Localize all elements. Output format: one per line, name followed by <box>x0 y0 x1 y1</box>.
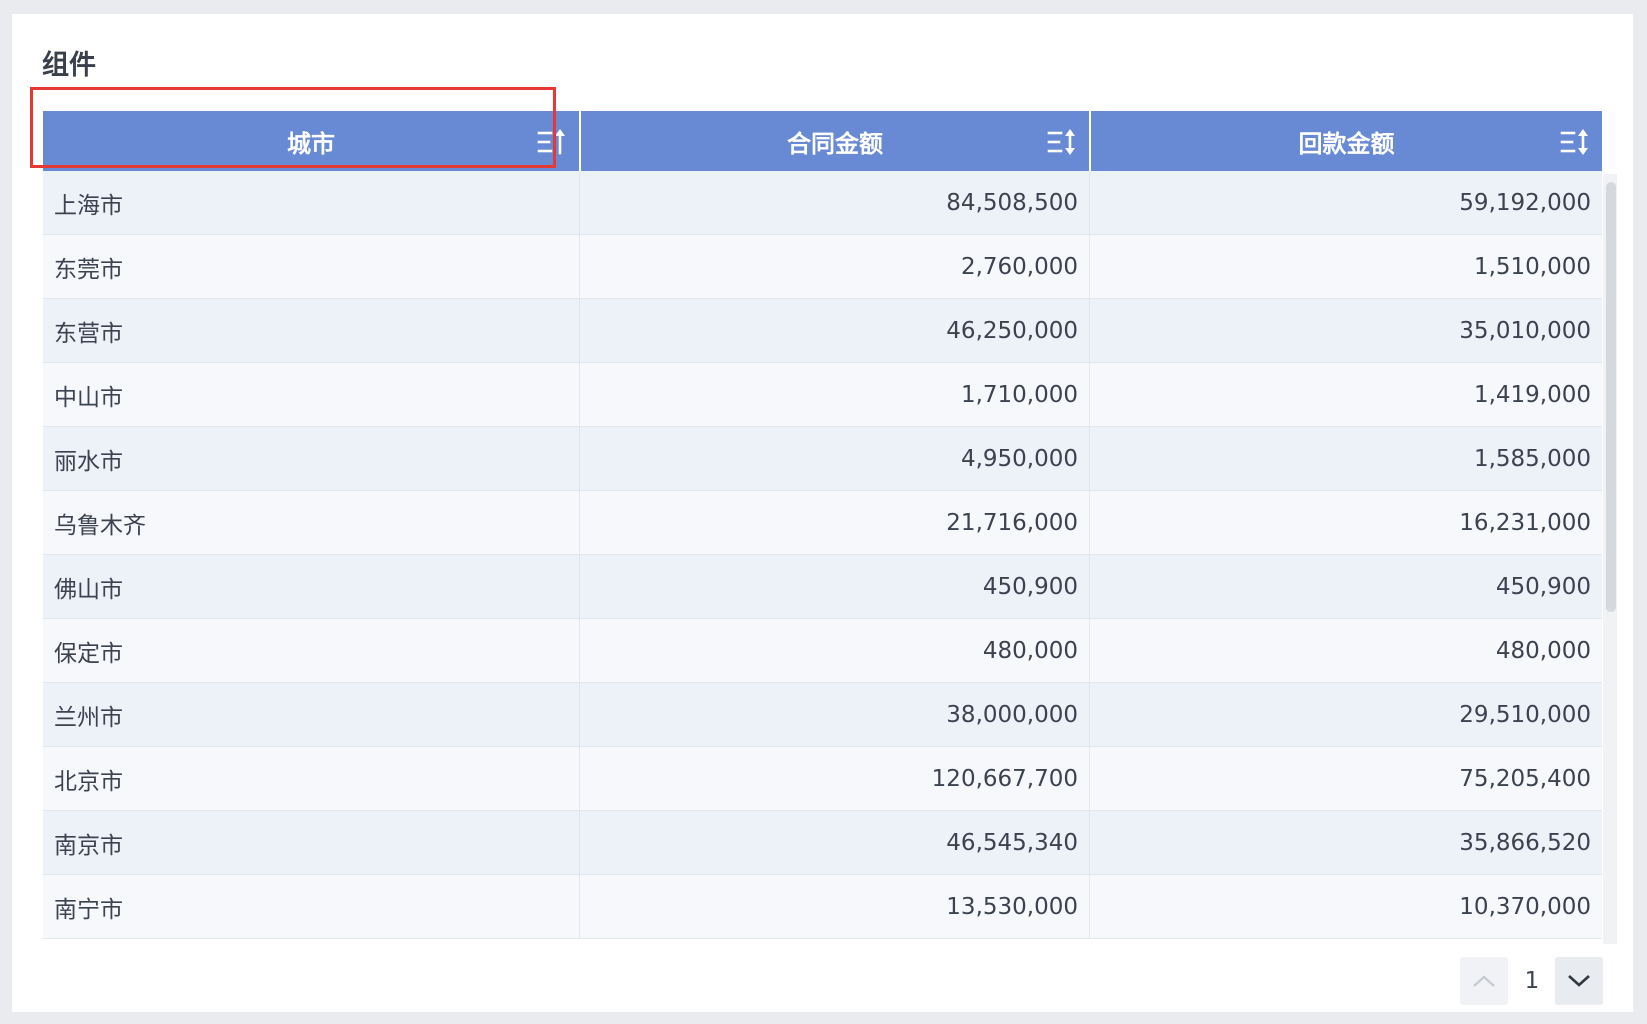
table-row[interactable]: 南京市 46,545,340 35,866,520 <box>43 811 1602 875</box>
table-row[interactable]: 东莞市 2,760,000 1,510,000 <box>43 235 1602 299</box>
column-header-contract-amount[interactable]: 合同金额 <box>579 111 1089 171</box>
cell-payment-amount: 35,866,520 <box>1089 811 1602 874</box>
cell-contract-amount: 120,667,700 <box>579 747 1089 810</box>
cell-city: 中山市 <box>54 384 123 411</box>
cell-payment-amount: 450,900 <box>1089 555 1602 618</box>
cell-payment-amount: 59,192,000 <box>1089 171 1602 234</box>
cell-payment-amount: 1,585,000 <box>1089 427 1602 490</box>
pager-prev-button[interactable] <box>1460 957 1508 1005</box>
cell-contract-amount: 46,545,340 <box>579 811 1089 874</box>
table-row[interactable]: 上海市 84,508,500 59,192,000 <box>43 171 1602 235</box>
cell-contract-amount: 46,250,000 <box>579 299 1089 362</box>
data-table: 城市 合同金额 回款金额 上海市 84,508,500 59,192,000 东… <box>43 96 1617 944</box>
cell-contract-amount: 21,716,000 <box>579 491 1089 554</box>
cell-contract-amount: 480,000 <box>579 619 1089 682</box>
cell-contract-amount: 38,000,000 <box>579 683 1089 746</box>
table-header: 城市 合同金额 回款金额 <box>43 111 1602 171</box>
chevron-up-icon <box>1473 975 1495 987</box>
column-header-label: 回款金额 <box>1298 129 1395 158</box>
table-row[interactable]: 南宁市 13,530,000 10,370,000 <box>43 875 1602 939</box>
table-row[interactable]: 中山市 1,710,000 1,419,000 <box>43 363 1602 427</box>
cell-payment-amount: 1,510,000 <box>1089 235 1602 298</box>
component-panel: 组件 城市 合同金额 回款金额 上海市 84,508,500 59,192,00… <box>12 14 1633 1012</box>
table-row[interactable]: 佛山市 450,900 450,900 <box>43 555 1602 619</box>
cell-payment-amount: 16,231,000 <box>1089 491 1602 554</box>
cell-contract-amount: 2,760,000 <box>579 235 1089 298</box>
table-row[interactable]: 北京市 120,667,700 75,205,400 <box>43 747 1602 811</box>
cell-payment-amount: 10,370,000 <box>1089 875 1602 938</box>
cell-city: 东莞市 <box>54 256 123 283</box>
table-row[interactable]: 乌鲁木齐 21,716,000 16,231,000 <box>43 491 1602 555</box>
cell-city: 乌鲁木齐 <box>54 512 146 539</box>
panel-title: 组件 <box>42 50 96 81</box>
cell-payment-amount: 29,510,000 <box>1089 683 1602 746</box>
cell-city: 佛山市 <box>54 576 123 603</box>
sort-both-icon[interactable] <box>1047 128 1077 156</box>
cell-contract-amount: 4,950,000 <box>579 427 1089 490</box>
cell-city: 丽水市 <box>54 448 123 475</box>
pager-current-page: 1 <box>1524 968 1540 994</box>
cell-payment-amount: 1,419,000 <box>1089 363 1602 426</box>
cell-city: 保定市 <box>54 640 123 667</box>
cell-city: 兰州市 <box>54 704 123 731</box>
cell-contract-amount: 1,710,000 <box>579 363 1089 426</box>
cell-contract-amount: 450,900 <box>579 555 1089 618</box>
sort-both-icon[interactable] <box>1560 128 1590 156</box>
table-row[interactable]: 东营市 46,250,000 35,010,000 <box>43 299 1602 363</box>
table-row[interactable]: 保定市 480,000 480,000 <box>43 619 1602 683</box>
chevron-down-icon <box>1568 975 1590 987</box>
table-row[interactable]: 兰州市 38,000,000 29,510,000 <box>43 683 1602 747</box>
table-row[interactable]: 丽水市 4,950,000 1,585,000 <box>43 427 1602 491</box>
cell-city: 南京市 <box>54 832 123 859</box>
column-header-label: 城市 <box>287 129 335 158</box>
cell-contract-amount: 13,530,000 <box>579 875 1089 938</box>
sort-ascending-icon[interactable] <box>537 128 567 156</box>
cell-contract-amount: 84,508,500 <box>579 171 1089 234</box>
cell-payment-amount: 75,205,400 <box>1089 747 1602 810</box>
cell-payment-amount: 35,010,000 <box>1089 299 1602 362</box>
vertical-scrollbar-thumb[interactable] <box>1606 182 1616 612</box>
column-header-payment-amount[interactable]: 回款金额 <box>1089 111 1602 171</box>
pager-next-button[interactable] <box>1555 957 1603 1005</box>
table-body: 上海市 84,508,500 59,192,000 东莞市 2,760,000 1,510… <box>43 171 1602 939</box>
cell-city: 东营市 <box>54 320 123 347</box>
column-header-city[interactable]: 城市 <box>43 111 579 171</box>
cell-city: 北京市 <box>54 768 123 795</box>
cell-city: 南宁市 <box>54 896 123 923</box>
column-header-label: 合同金额 <box>787 129 883 158</box>
cell-payment-amount: 480,000 <box>1089 619 1602 682</box>
cell-city: 上海市 <box>54 192 123 219</box>
